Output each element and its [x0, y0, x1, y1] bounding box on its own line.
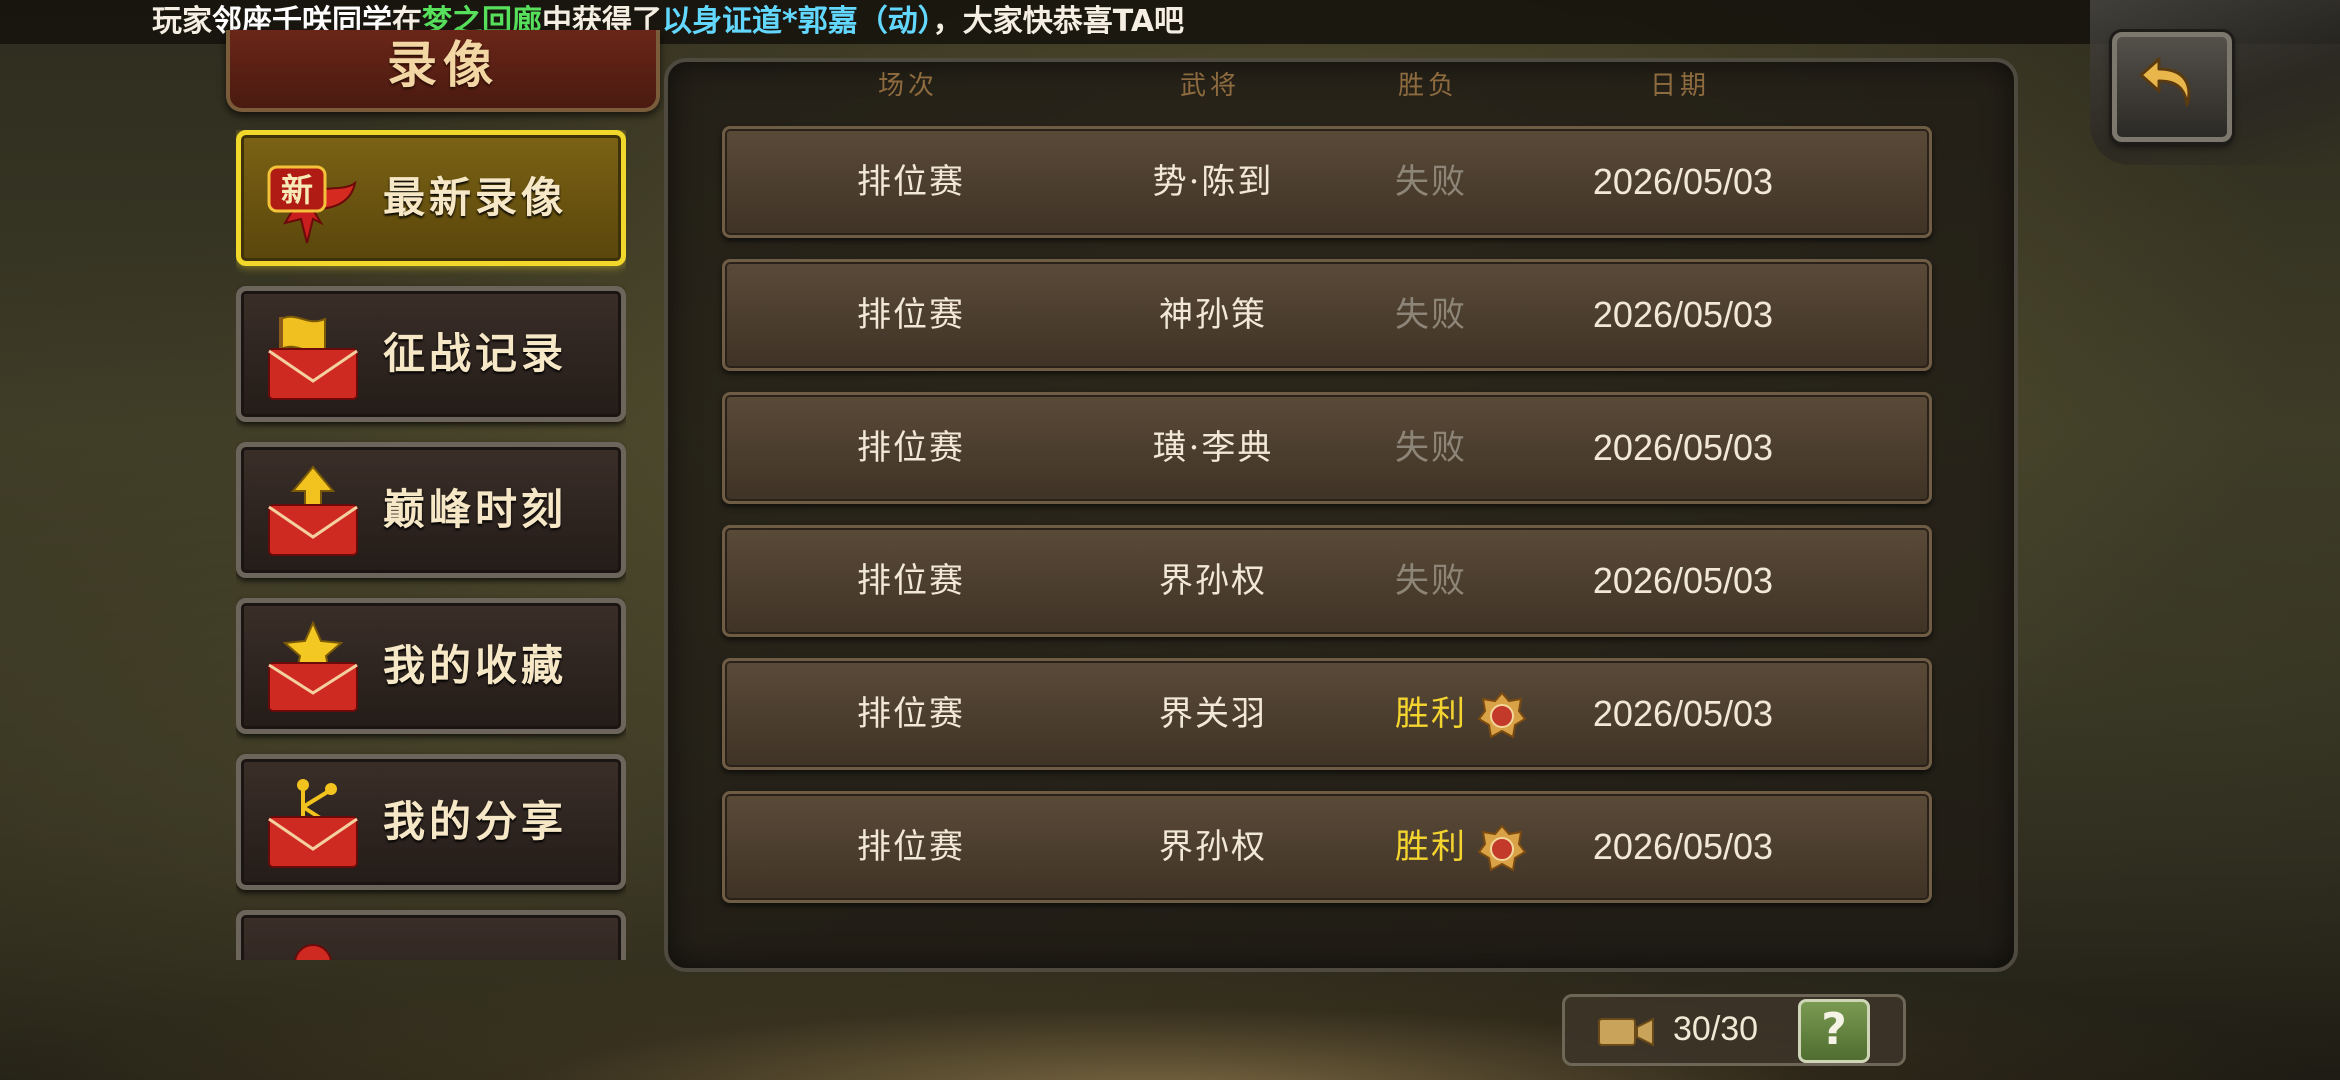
title-plaque: 录像	[226, 30, 660, 112]
column-header-match-type: 场次	[877, 71, 939, 101]
page-title: 录像	[387, 35, 499, 94]
replay-count: 30/30	[1673, 1010, 1759, 1048]
column-header-date: 日期	[1649, 71, 1711, 101]
match-date: 2026/05/03	[1592, 560, 1774, 601]
match-type: 排位赛	[857, 428, 965, 468]
table-row[interactable]: 排位赛 界孙权 胜利 2026/05/03	[722, 791, 1932, 903]
hero-name: 界孙权	[1159, 827, 1267, 867]
menu-item-partial[interactable]	[236, 910, 626, 960]
menu-item-label: 我的分享	[383, 797, 568, 846]
match-date: 2026/05/03	[1592, 427, 1774, 468]
match-result: 失败	[1395, 561, 1467, 601]
column-header-result: 胜负	[1397, 71, 1459, 101]
video-camera-icon	[1598, 1017, 1654, 1047]
help-button[interactable]: ?	[1798, 999, 1870, 1063]
marquee-prefix: 玩家	[152, 4, 212, 39]
menu-item-label: 我的收藏	[383, 641, 568, 690]
hero-name: 界孙权	[1159, 561, 1267, 601]
table-row[interactable]: 排位赛 势·陈到 失败 2026/05/03	[722, 126, 1932, 238]
star-envelope-icon	[268, 621, 358, 712]
table-row[interactable]: 排位赛 界关羽 胜利 2026/05/03	[722, 658, 1932, 770]
table-row[interactable]: 排位赛 神孙策 失败 2026/05/03	[722, 259, 1932, 371]
match-result: 胜利	[1395, 694, 1467, 734]
match-type: 排位赛	[857, 561, 965, 601]
svg-text:新: 新	[281, 171, 313, 209]
match-type: 排位赛	[857, 162, 965, 202]
menu-item-battle-records[interactable]: 征战记录	[236, 286, 626, 422]
mvp-badge-icon	[1477, 824, 1527, 872]
table-row[interactable]: 排位赛 界孙权 失败 2026/05/03	[722, 525, 1932, 637]
back-button[interactable]	[2112, 32, 2232, 142]
match-result: 失败	[1395, 162, 1467, 202]
menu-item-latest-replays[interactable]: 新 最新录像	[236, 130, 626, 266]
table-row[interactable]: 排位赛 璜·李典 失败 2026/05/03	[722, 392, 1932, 504]
match-type: 排位赛	[857, 295, 965, 335]
mvp-badge-icon	[1477, 691, 1527, 739]
column-header-hero: 武将	[1179, 71, 1241, 101]
match-result: 失败	[1395, 295, 1467, 335]
flag-envelope-icon	[268, 315, 358, 400]
table-header: 场次 武将 胜负 日期	[664, 64, 2010, 108]
match-result: 失败	[1395, 428, 1467, 468]
share-envelope-icon	[268, 779, 358, 868]
marquee-suffix: ，大家快恭喜TA吧	[932, 4, 1185, 39]
match-type: 排位赛	[857, 694, 965, 734]
match-date: 2026/05/03	[1592, 294, 1774, 335]
hero-name: 势·陈到	[1152, 162, 1274, 202]
hero-name: 神孙策	[1159, 295, 1267, 335]
new-ribbon-icon: 新	[267, 165, 357, 244]
match-date: 2026/05/03	[1592, 161, 1774, 202]
marquee-item-name: 以身证道*郭嘉（动）	[662, 4, 933, 39]
envelope-icon	[294, 944, 332, 960]
menu-item-highlight-moments[interactable]: 巅峰时刻	[236, 442, 626, 578]
match-date: 2026/05/03	[1592, 693, 1774, 734]
menu-item-my-shares[interactable]: 我的分享	[236, 754, 626, 890]
menu-item-label: 最新录像	[383, 173, 568, 222]
back-arrow-icon	[2139, 57, 2191, 107]
arrow-envelope-icon	[268, 465, 358, 556]
menu-item-label: 巅峰时刻	[383, 485, 568, 534]
menu-item-label: 征战记录	[383, 329, 568, 378]
hero-name: 界关羽	[1159, 694, 1267, 734]
match-type: 排位赛	[857, 827, 965, 867]
side-menu: 新 最新录像 征战记录 巅峰时刻 我的收藏 我的分享	[236, 130, 626, 960]
match-date: 2026/05/03	[1592, 826, 1774, 867]
match-result: 胜利	[1395, 827, 1467, 867]
menu-item-my-favorites[interactable]: 我的收藏	[236, 598, 626, 734]
hero-name: 璜·李典	[1152, 428, 1274, 468]
